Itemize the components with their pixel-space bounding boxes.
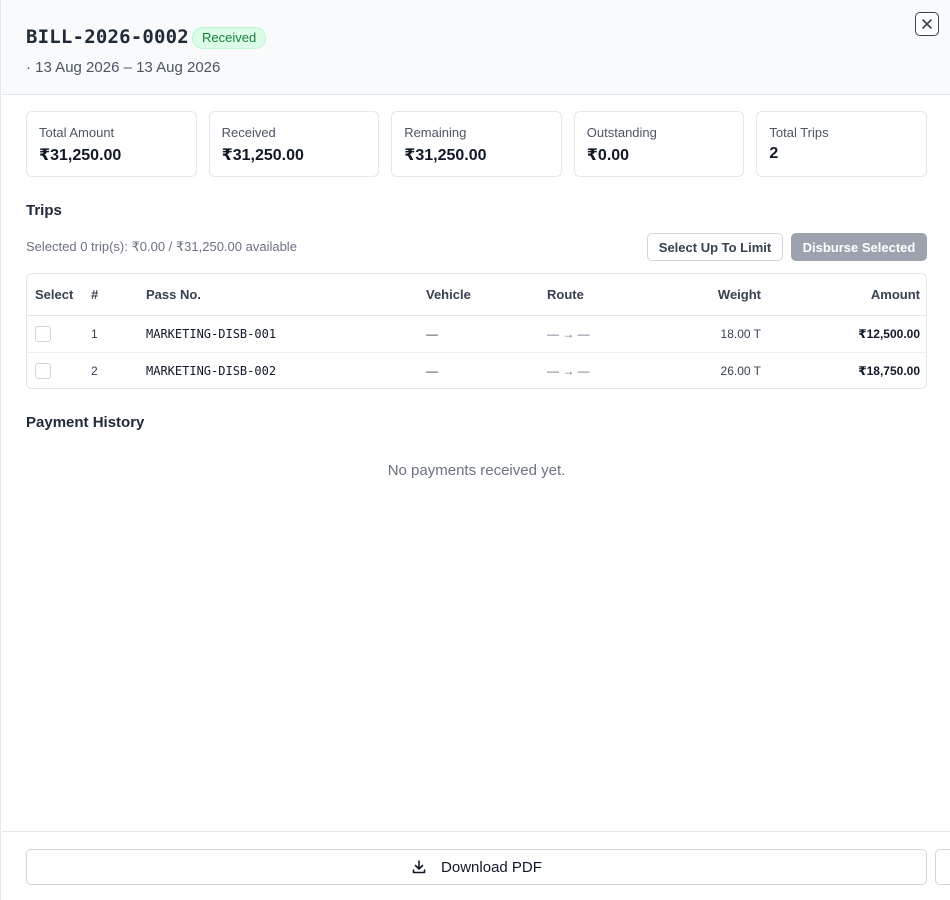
payment-history-title: Payment History <box>26 414 145 431</box>
row-select-checkbox[interactable] <box>35 362 51 379</box>
stat-label: Outstanding <box>586 125 657 140</box>
stat-label: Total Trips <box>769 125 829 140</box>
route: — → — <box>539 315 649 353</box>
column-header-vehicle: Vehicle <box>418 274 539 316</box>
trips-table: Select # Pass No. Vehicle Route Weight A… <box>26 273 927 389</box>
stat-label: Received <box>221 125 276 140</box>
download-pdf-label: Download PDF <box>441 858 542 876</box>
bill-id: BILL-2026-0002 <box>26 26 189 48</box>
weight: 18.00 T <box>649 315 769 353</box>
stat-received: Received ₹31,250.00 <box>208 111 380 177</box>
table-header-row: Select # Pass No. Vehicle Route Weight A… <box>27 274 926 316</box>
amount: ₹12,500.00 <box>769 315 926 353</box>
column-header-weight: Weight <box>649 274 769 316</box>
row-index: 2 <box>91 363 98 378</box>
column-header-route: Route <box>539 274 649 316</box>
summary-stats: Total Amount ₹31,250.00 Received ₹31,250… <box>26 111 927 177</box>
pass-number: MARKETING-DISB-002 <box>146 363 277 378</box>
stat-value: ₹0.00 <box>586 147 630 164</box>
bill-detail-panel: BILL-2026-0002 Received · 13 Aug 2026 – … <box>0 0 950 900</box>
stat-total-trips: Total Trips 2 <box>756 111 927 177</box>
stat-label: Total Amount <box>39 125 115 140</box>
stat-value: ₹31,250.00 <box>221 147 304 164</box>
stat-remaining: Remaining ₹31,250.00 <box>391 111 562 177</box>
stat-value: ₹31,250.00 <box>404 147 487 164</box>
table-row: 2 MARKETING-DISB-002 — — → — 26.00 T ₹18… <box>27 352 926 388</box>
stat-value: 2 <box>769 145 779 162</box>
amount: ₹18,750.00 <box>858 363 920 378</box>
pass-number: MARKETING-DISB-001 <box>138 315 418 353</box>
selection-summary: Selected 0 trip(s): ₹0.00 / ₹31,250.00 a… <box>26 239 297 254</box>
stat-value: ₹31,250.00 <box>39 147 122 164</box>
bill-header: BILL-2026-0002 Received · 13 Aug 2026 – … <box>2 0 950 95</box>
column-header-pass-no: Pass No. <box>138 274 418 316</box>
row-index: 1 <box>83 315 138 353</box>
panel-footer: Download PDF <box>2 831 950 900</box>
column-header-index: # <box>83 274 138 316</box>
payment-history-empty-message: No payments received yet. <box>387 462 566 479</box>
download-icon <box>412 860 426 874</box>
bill-date-range: · 13 Aug 2026 – 13 Aug 2026 <box>26 59 221 76</box>
close-button[interactable] <box>915 12 939 36</box>
close-icon <box>922 19 932 29</box>
select-up-to-limit-button[interactable]: Select Up To Limit <box>647 233 783 261</box>
stat-total-amount: Total Amount ₹31,250.00 <box>26 111 197 177</box>
secondary-footer-button[interactable] <box>935 849 950 885</box>
column-header-amount: Amount <box>769 274 926 316</box>
status-badge: Received <box>192 27 267 49</box>
table-row: 1 MARKETING-DISB-001 — — → — 18.00 T ₹12… <box>27 315 926 353</box>
stat-label: Remaining <box>404 125 467 140</box>
row-select-checkbox[interactable] <box>35 325 51 342</box>
weight: 26.00 T <box>720 363 761 378</box>
download-pdf-button[interactable]: Download PDF <box>26 849 927 885</box>
route: — → — <box>547 363 590 378</box>
trips-section-title: Trips <box>26 202 62 219</box>
disburse-selected-button[interactable]: Disburse Selected <box>791 233 927 261</box>
column-header-select: Select <box>27 274 83 316</box>
vehicle: — <box>418 315 539 353</box>
vehicle: — <box>426 363 438 378</box>
stat-outstanding: Outstanding ₹0.00 <box>573 111 745 177</box>
